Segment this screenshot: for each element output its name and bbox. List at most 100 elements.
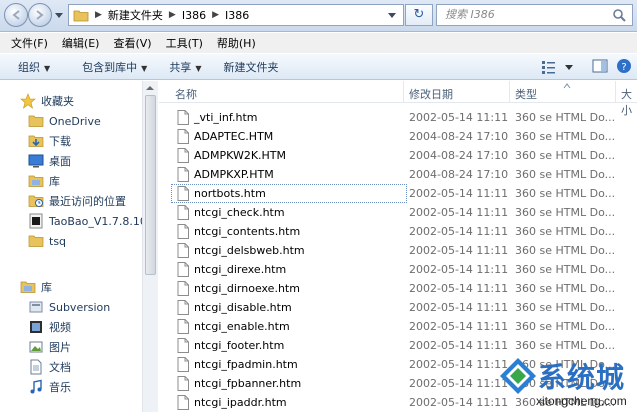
nav-lib-subversion[interactable]: Subversion xyxy=(28,297,110,317)
recent-pages-dropdown-icon[interactable] xyxy=(54,12,64,20)
file-row[interactable]: ntcgi_delsbweb.htm 2002-05-14 11:11 360 se… xyxy=(159,241,637,260)
desktop-icon xyxy=(28,154,44,168)
refresh-button[interactable]: ↻ xyxy=(405,4,433,26)
nav-item-desktop[interactable]: 桌面 xyxy=(28,151,71,171)
dropdown-arrow-icon: ▼ xyxy=(141,63,148,73)
file-name: nortbots.htm xyxy=(194,187,266,200)
address-bar-row: ▶ 新建文件夹 ▶ I386 ▶ I386 ↻ 搜索 I386 xyxy=(0,0,637,32)
column-header-type[interactable]: 类型 xyxy=(515,86,537,102)
organize-button[interactable]: 组织 ▼ xyxy=(0,59,60,75)
help-icon[interactable]: ? xyxy=(616,58,632,74)
nav-favorites[interactable]: 收藏夹 xyxy=(20,91,74,111)
preview-pane-icon[interactable] xyxy=(592,58,608,74)
folder-icon xyxy=(73,10,89,22)
file-type: 360 se HTML Do... xyxy=(515,263,616,276)
file-date: 2002-05-14 11:11 xyxy=(409,396,509,409)
documents-icon xyxy=(30,359,42,375)
refresh-icon: ↻ xyxy=(413,7,425,22)
forward-arrow-icon xyxy=(36,10,44,20)
file-type: 360 se HTML Do... xyxy=(515,187,616,200)
address-box[interactable]: ▶ 新建文件夹 ▶ I386 ▶ I386 xyxy=(68,4,404,26)
file-row[interactable]: ntcgi_dirnoexe.htm 2002-05-14 11:11 360 se… xyxy=(159,279,637,298)
file-type: 360 se HTML Do... xyxy=(515,244,616,257)
scroll-up-icon[interactable] xyxy=(143,83,157,93)
file-row[interactable]: ADMPKXP.HTM 2004-08-24 17:10 360 se HTML D… xyxy=(159,165,637,184)
include-in-library-button[interactable]: 包含到库中 ▼ xyxy=(60,59,157,75)
file-type: 360 se HTML Do... xyxy=(515,282,616,295)
html-file-icon xyxy=(177,395,189,410)
file-date: 2002-05-14 11:11 xyxy=(409,187,509,200)
file-name: ntcgi_disable.htm xyxy=(194,301,292,314)
column-divider[interactable] xyxy=(509,81,510,103)
download-folder-icon xyxy=(28,135,44,147)
file-row[interactable]: ntcgi_disable.htm 2002-05-14 11:11 360 se … xyxy=(159,298,637,317)
file-row[interactable]: nortbots.htm 2002-05-14 11:11 360 se HTML … xyxy=(159,184,637,203)
nav-libraries-label: 库 xyxy=(41,281,52,294)
nav-item-recent-places[interactable]: 最近访问的位置 xyxy=(28,191,126,211)
change-view-icon[interactable] xyxy=(538,59,578,75)
nav-item-library[interactable]: 库 xyxy=(28,171,60,191)
breadcrumb-item[interactable]: I386 xyxy=(219,9,255,22)
menu-edit[interactable]: 编辑(E) xyxy=(55,35,107,51)
share-button[interactable]: 共享 ▼ xyxy=(157,59,211,75)
nav-scroll-thumb[interactable] xyxy=(145,95,156,275)
nav-lib-videos[interactable]: 视频 xyxy=(28,317,71,337)
html-file-icon xyxy=(177,167,189,182)
nav-item-downloads[interactable]: 下载 xyxy=(28,131,71,151)
file-row[interactable]: ADAPTEC.HTM 2004-08-24 17:10 360 se HTML D… xyxy=(159,127,637,146)
back-button[interactable] xyxy=(4,3,28,27)
html-file-icon xyxy=(177,281,189,296)
nav-item-tsq[interactable]: tsq xyxy=(28,231,66,251)
music-icon xyxy=(30,379,42,394)
back-arrow-icon xyxy=(12,10,20,20)
search-input[interactable]: 搜索 I386 xyxy=(436,4,633,26)
new-folder-button[interactable]: 新建文件夹 xyxy=(211,59,288,75)
recent-places-icon xyxy=(28,195,44,207)
file-row[interactable]: ntcgi_check.htm 2002-05-14 11:11 360 se HT… xyxy=(159,203,637,222)
file-name: ntcgi_dirnoexe.htm xyxy=(194,282,300,295)
nav-lib-pictures[interactable]: 图片 xyxy=(28,337,71,357)
column-header-date[interactable]: 修改日期 xyxy=(409,86,453,102)
search-icon[interactable] xyxy=(612,8,626,22)
nav-libraries[interactable]: 库 xyxy=(20,277,52,297)
menu-view[interactable]: 查看(V) xyxy=(106,35,158,51)
nav-pane-scrollbar[interactable] xyxy=(142,81,158,412)
address-dropdown-icon[interactable] xyxy=(387,12,397,20)
html-file-icon xyxy=(177,243,189,258)
nav-item-label: 桌面 xyxy=(49,155,71,168)
menu-tools[interactable]: 工具(T) xyxy=(159,35,210,51)
menu-help[interactable]: 帮助(H) xyxy=(210,35,263,51)
file-name: ADMPKXP.HTM xyxy=(194,168,274,181)
file-date: 2002-05-14 11:11 xyxy=(409,377,509,390)
nav-lib-documents[interactable]: 文档 xyxy=(28,357,71,377)
html-file-icon xyxy=(177,376,189,391)
column-headers: 名称 修改日期 类型 大小 xyxy=(159,81,637,117)
html-file-icon xyxy=(177,186,189,201)
column-divider[interactable] xyxy=(615,81,616,103)
file-row[interactable]: _vti_inf.htm 2002-05-14 11:11 360 se HTML … xyxy=(159,108,637,127)
dropdown-arrow-icon: ▼ xyxy=(44,63,51,73)
nav-item-onedrive[interactable]: OneDrive xyxy=(28,111,101,131)
file-date: 2002-05-14 11:11 xyxy=(409,358,509,371)
nav-item-taobao[interactable]: TaoBao_V1.7.8.10_ xyxy=(28,211,152,231)
file-row[interactable]: ntcgi_enable.htm 2002-05-14 11:11 360 se H… xyxy=(159,317,637,336)
nav-item-label: 库 xyxy=(49,175,60,188)
search-placeholder: 搜索 I386 xyxy=(445,8,495,21)
file-row[interactable]: ADMPKW2K.HTM 2004-08-24 17:10 360 se HTML … xyxy=(159,146,637,165)
file-row[interactable]: ntcgi_contents.htm 2002-05-14 11:11 360 se… xyxy=(159,222,637,241)
file-type: 360 se HTML Do... xyxy=(515,320,616,333)
menu-file[interactable]: 文件(F) xyxy=(4,35,55,51)
forward-button[interactable] xyxy=(28,3,52,27)
file-date: 2002-05-14 11:11 xyxy=(409,244,509,257)
libraries-icon xyxy=(20,281,36,293)
column-header-name[interactable]: 名称 xyxy=(175,86,197,102)
html-file-icon xyxy=(177,110,189,125)
file-date: 2004-08-24 17:10 xyxy=(409,149,509,162)
file-row[interactable]: ntcgi_direxe.htm 2002-05-14 11:11 360 se H… xyxy=(159,260,637,279)
nav-lib-music[interactable]: 音乐 xyxy=(28,377,71,397)
html-file-icon xyxy=(177,357,189,372)
breadcrumb-item[interactable]: I386 xyxy=(176,9,212,22)
nav-item-label: 最近访问的位置 xyxy=(49,195,126,208)
column-divider[interactable] xyxy=(403,81,404,103)
breadcrumb-item[interactable]: 新建文件夹 xyxy=(102,7,169,23)
